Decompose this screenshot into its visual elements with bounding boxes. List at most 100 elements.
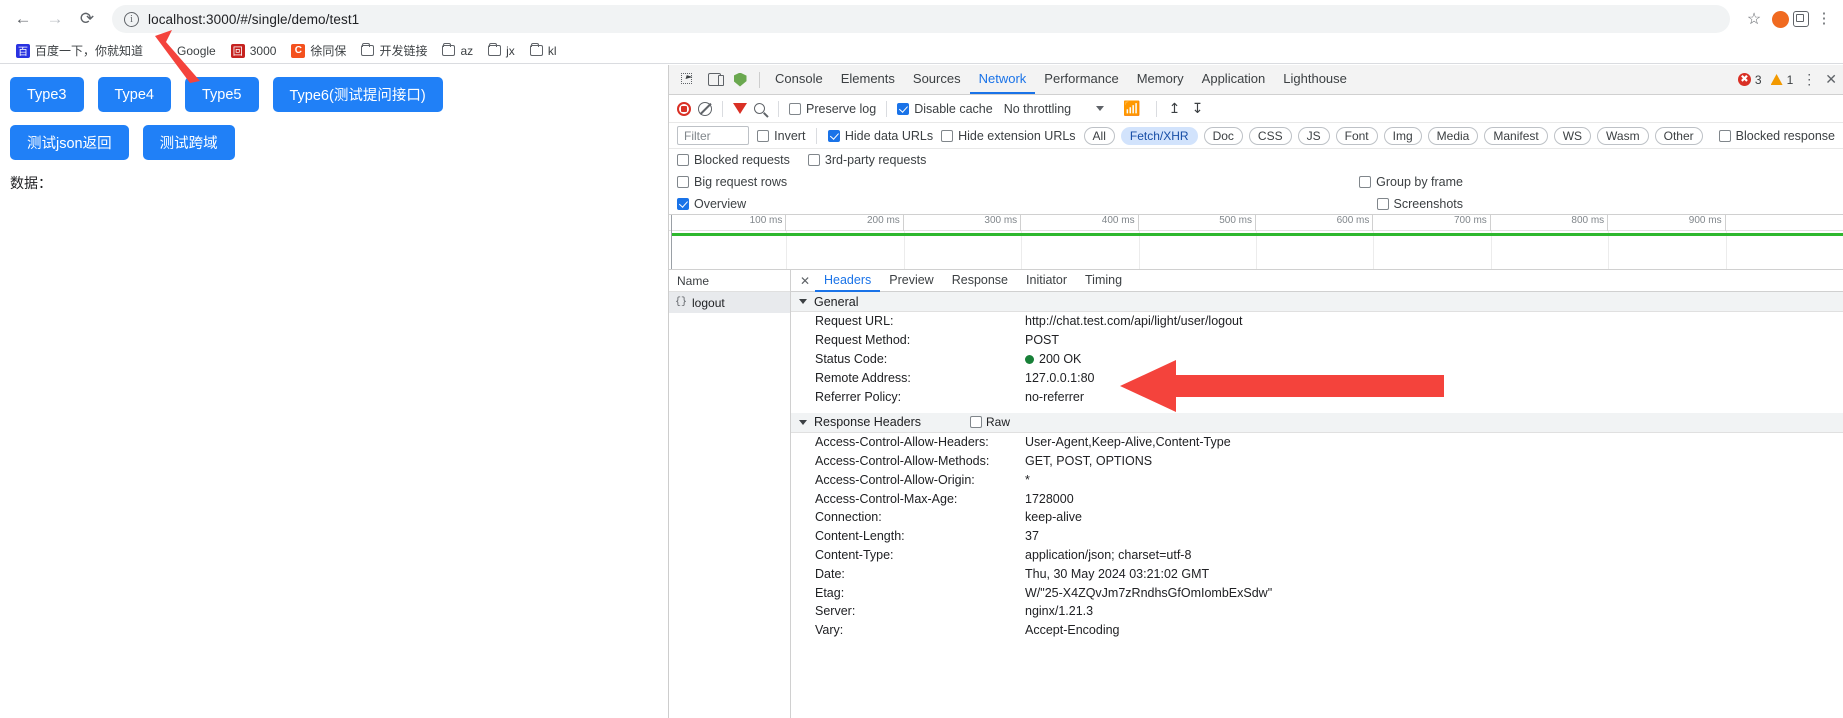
bookmark-item[interactable]: C 徐同保 bbox=[285, 40, 352, 61]
devtools-settings-icon[interactable]: ⋮ bbox=[1802, 72, 1816, 86]
clear-icon[interactable] bbox=[698, 101, 712, 116]
screenshots-checkbox[interactable] bbox=[1376, 197, 1389, 210]
detail-tab-response[interactable]: Response bbox=[943, 270, 1017, 292]
resource-type-js[interactable]: JS bbox=[1297, 126, 1330, 145]
export-har-icon[interactable]: ↧ bbox=[1190, 100, 1206, 117]
table-row[interactable]: {} logout bbox=[669, 292, 790, 313]
resource-type-font[interactable]: Font bbox=[1335, 126, 1378, 145]
bookmark-item[interactable]: 回 3000 bbox=[225, 42, 283, 60]
devtools-close-icon[interactable]: ✕ bbox=[1825, 71, 1837, 88]
search-icon[interactable] bbox=[754, 103, 765, 114]
extensions-puzzle-icon[interactable] bbox=[1793, 11, 1809, 27]
page-button-b-1[interactable]: 测试跨域 bbox=[142, 125, 235, 160]
warning-badge[interactable]: 1 bbox=[1770, 73, 1793, 87]
page-button-b-0[interactable]: 测试json返回 bbox=[10, 125, 129, 160]
hide-data-urls-toggle[interactable]: Hide data URLs bbox=[827, 129, 933, 143]
general-section-header[interactable]: General bbox=[791, 292, 1843, 312]
raw-checkbox[interactable] bbox=[970, 416, 983, 429]
raw-toggle[interactable]: Raw bbox=[970, 415, 1010, 429]
request-list-header[interactable]: Name bbox=[669, 270, 790, 292]
third-party-checkbox[interactable] bbox=[807, 154, 820, 166]
throttling-value[interactable]: No throttling bbox=[1004, 102, 1071, 116]
resource-type-css[interactable]: CSS bbox=[1248, 126, 1292, 145]
detail-tab-initiator[interactable]: Initiator bbox=[1017, 270, 1076, 292]
resource-type-img[interactable]: Img bbox=[1383, 126, 1422, 145]
blocked-response-checkbox[interactable] bbox=[1718, 129, 1731, 142]
page-button-2[interactable]: Type5 bbox=[185, 77, 259, 112]
error-badge[interactable]: ✖ 3 bbox=[1737, 73, 1762, 87]
extension-icon[interactable] bbox=[1772, 10, 1789, 28]
preserve-log-toggle[interactable]: Preserve log bbox=[789, 102, 876, 116]
device-toolbar-icon[interactable] bbox=[701, 67, 727, 93]
response-headers-section-header[interactable]: Response Headers Raw bbox=[791, 412, 1843, 433]
bookmark-item[interactable]: G Google bbox=[152, 42, 222, 60]
close-detail-icon[interactable]: ✕ bbox=[795, 274, 815, 288]
tab-application[interactable]: Application bbox=[1193, 65, 1275, 94]
group-by-frame-checkbox[interactable] bbox=[1359, 176, 1372, 188]
back-button[interactable]: ← bbox=[8, 4, 38, 34]
tab-lighthouse[interactable]: Lighthouse bbox=[1274, 65, 1356, 94]
bookmark-item[interactable]: 开发链接 bbox=[355, 40, 433, 61]
disable-cache-checkbox[interactable] bbox=[897, 102, 910, 115]
blocked-response-toggle[interactable]: Blocked response bbox=[1718, 129, 1835, 143]
page-button-0[interactable]: Type3 bbox=[10, 77, 84, 112]
resource-type-media[interactable]: Media bbox=[1427, 126, 1479, 145]
shield-icon[interactable] bbox=[727, 67, 753, 93]
site-info-icon[interactable]: i bbox=[124, 11, 139, 27]
resource-type-ws[interactable]: WS bbox=[1553, 126, 1592, 145]
filter-funnel-icon[interactable] bbox=[733, 103, 747, 114]
chevron-down-icon[interactable] bbox=[1096, 106, 1105, 111]
detail-tab-headers[interactable]: Headers bbox=[815, 270, 881, 292]
big-request-rows-checkbox[interactable] bbox=[677, 176, 689, 188]
blocked-requests-checkbox[interactable] bbox=[677, 154, 689, 166]
disable-cache-toggle[interactable]: Disable cache bbox=[897, 102, 993, 116]
inspect-element-icon[interactable] bbox=[675, 67, 701, 93]
chrome-menu-icon[interactable]: ⋮ bbox=[1813, 11, 1835, 26]
hide-extension-urls-toggle[interactable]: Hide extension URLs bbox=[941, 129, 1076, 143]
chevron-down-icon[interactable] bbox=[799, 299, 807, 304]
bookmark-item[interactable]: jx bbox=[482, 42, 521, 60]
resource-type-all[interactable]: All bbox=[1083, 126, 1115, 145]
page-button-3[interactable]: Type6(测试提问接口) bbox=[272, 77, 443, 112]
page-button-1[interactable]: Type4 bbox=[97, 77, 171, 112]
resource-type-manifest[interactable]: Manifest bbox=[1484, 126, 1548, 145]
hide-data-urls-checkbox[interactable] bbox=[827, 129, 840, 142]
resource-type-other[interactable]: Other bbox=[1654, 126, 1703, 145]
record-stop-icon[interactable] bbox=[677, 101, 691, 116]
tab-elements[interactable]: Elements bbox=[832, 65, 904, 94]
tab-console[interactable]: Console bbox=[766, 65, 832, 94]
tab-sources[interactable]: Sources bbox=[904, 65, 970, 94]
detail-tab-preview[interactable]: Preview bbox=[880, 270, 942, 292]
button-row-2: 测试json返回 测试跨域 bbox=[10, 125, 658, 160]
address-bar[interactable]: i localhost:3000/#/single/demo/test1 bbox=[112, 5, 1730, 33]
resource-type-wasm[interactable]: Wasm bbox=[1597, 126, 1649, 145]
reload-button[interactable]: ⟳ bbox=[72, 4, 102, 34]
overview-toggle[interactable]: Overview bbox=[677, 197, 746, 211]
tab-memory[interactable]: Memory bbox=[1128, 65, 1193, 94]
tab-performance[interactable]: Performance bbox=[1035, 65, 1127, 94]
bookmark-item[interactable]: 百百度一下，你就知道 bbox=[10, 40, 149, 61]
network-overview-timeline[interactable]: 100 ms 200 ms 300 ms 400 ms 500 ms 600 ms 700 … bbox=[669, 215, 1843, 270]
blocked-requests-toggle[interactable]: Blocked requests bbox=[677, 153, 790, 167]
third-party-toggle[interactable]: 3rd-party requests bbox=[807, 153, 926, 167]
big-request-rows-toggle[interactable]: Big request rows bbox=[677, 175, 787, 189]
group-by-frame-toggle[interactable]: Group by frame bbox=[1359, 175, 1463, 189]
tab-network[interactable]: Network bbox=[969, 65, 1036, 94]
invert-checkbox[interactable] bbox=[757, 129, 770, 142]
resource-type-fetch-xhr[interactable]: Fetch/XHR bbox=[1120, 126, 1198, 145]
detail-tab-timing[interactable]: Timing bbox=[1076, 270, 1131, 292]
preserve-log-checkbox[interactable] bbox=[789, 102, 801, 115]
chevron-down-icon[interactable] bbox=[799, 419, 807, 425]
screenshots-toggle[interactable]: Screenshots bbox=[1376, 197, 1463, 211]
resource-type-doc[interactable]: Doc bbox=[1203, 126, 1243, 145]
bookmark-star-icon[interactable]: ☆ bbox=[1740, 9, 1768, 29]
import-har-icon[interactable]: ↥ bbox=[1167, 100, 1183, 117]
network-conditions-icon[interactable]: 📶 bbox=[1123, 100, 1140, 117]
hide-extension-urls-checkbox[interactable] bbox=[941, 129, 954, 142]
overview-checkbox[interactable] bbox=[677, 197, 689, 210]
forward-button[interactable]: → bbox=[40, 4, 70, 34]
bookmark-item[interactable]: az bbox=[436, 42, 479, 60]
invert-toggle[interactable]: Invert bbox=[757, 129, 805, 143]
bookmark-item[interactable]: kl bbox=[524, 42, 563, 60]
filter-input[interactable]: Filter bbox=[677, 126, 750, 145]
